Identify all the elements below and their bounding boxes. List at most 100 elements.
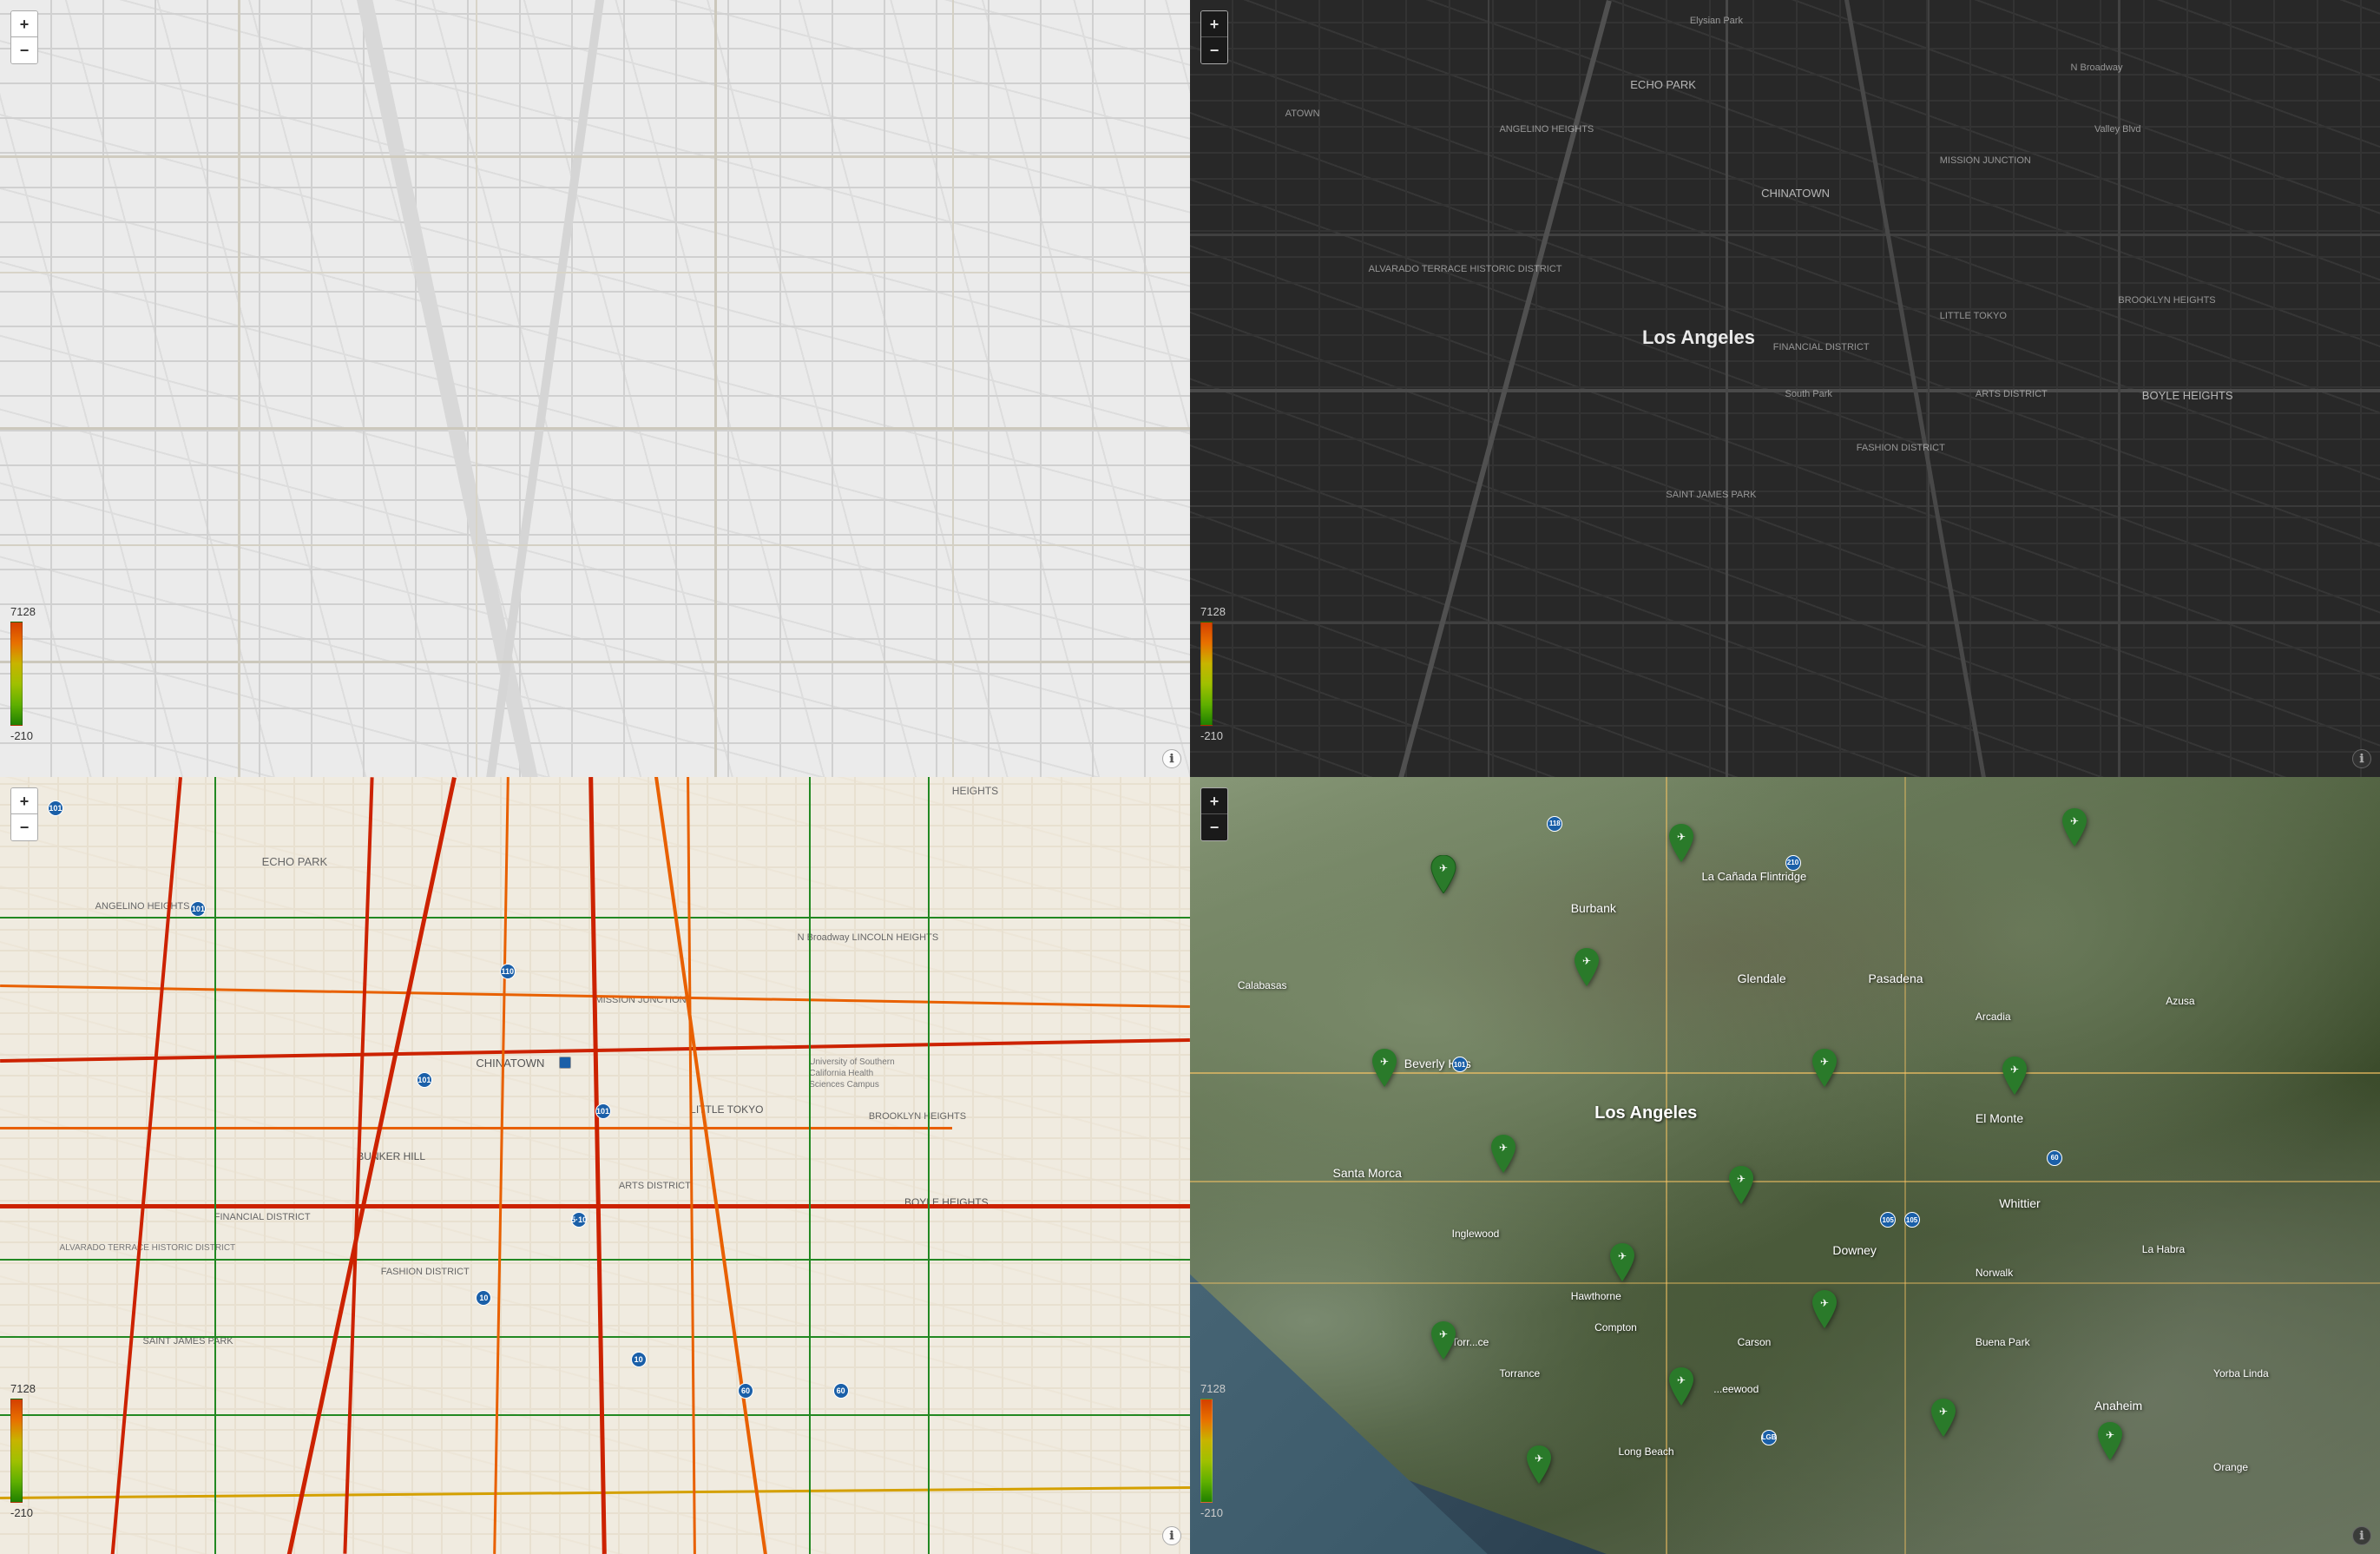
map-bottom-left[interactable]: ECHO PARK ANGELINO HEIGHTS CHINATOWN MIS… bbox=[0, 777, 1190, 1554]
road-dark-h4 bbox=[1190, 622, 2380, 624]
sat-road-v2 bbox=[1904, 777, 1906, 1554]
legend-min-bl: -210 bbox=[10, 1506, 33, 1519]
road-dark-v1 bbox=[1488, 0, 1489, 777]
road-green-h2 bbox=[0, 1259, 1190, 1261]
pin-15: ✈ bbox=[2094, 1422, 2126, 1465]
legend-bl: 7128 -210 bbox=[10, 1382, 36, 1519]
svg-text:✈: ✈ bbox=[1820, 1297, 1829, 1309]
pin-12: ✈ bbox=[1666, 1367, 1697, 1410]
legend-br: 7128 -210 bbox=[1200, 1382, 1226, 1519]
pin-2: ✈ bbox=[1666, 824, 1697, 866]
sat-road-h2 bbox=[1190, 1181, 2380, 1182]
zoom-in-button-tr[interactable]: + bbox=[1201, 11, 1227, 37]
road-dark-h3 bbox=[1190, 505, 2380, 507]
svg-text:✈: ✈ bbox=[2070, 815, 2079, 827]
info-button-bl[interactable]: ℹ bbox=[1162, 1526, 1181, 1545]
zoom-controls-br: + − bbox=[1200, 787, 1228, 841]
road-v1 bbox=[238, 0, 240, 777]
info-button-tl[interactable]: ℹ bbox=[1162, 749, 1181, 768]
sat-shield-101: 101 bbox=[1452, 1057, 1468, 1072]
legend-max-tr: 7128 bbox=[1200, 605, 1226, 618]
pin-1: ✈ bbox=[1428, 855, 1459, 898]
zoom-in-button-tl[interactable]: + bbox=[11, 11, 37, 37]
sat-shield-lgb: LGB bbox=[1761, 1430, 1777, 1445]
sat-shield-210: 210 bbox=[1785, 855, 1801, 871]
pin-16: ✈ bbox=[2059, 808, 2090, 851]
road-green-v3 bbox=[928, 777, 930, 1554]
legend-min-br: -210 bbox=[1200, 1506, 1223, 1519]
info-button-br[interactable]: ℹ bbox=[2352, 1526, 2371, 1545]
road-h3 bbox=[0, 427, 1190, 430]
road-dark-v4 bbox=[2118, 0, 2120, 777]
road-green-v2 bbox=[809, 777, 811, 1554]
map-top-right[interactable]: Los Angeles CHINATOWN MISSION JUNCTION E… bbox=[1190, 0, 2380, 777]
shield-60: 60 bbox=[738, 1383, 753, 1399]
zoom-controls-bl: + − bbox=[10, 787, 38, 841]
pin-4: ✈ bbox=[1369, 1049, 1400, 1091]
zoom-in-button-br[interactable]: + bbox=[1201, 788, 1227, 814]
pin-11: ✈ bbox=[1428, 1321, 1459, 1364]
svg-text:✈: ✈ bbox=[1677, 1374, 1686, 1386]
svg-text:✈: ✈ bbox=[2106, 1429, 2114, 1441]
shield-60-2: 60 bbox=[833, 1383, 849, 1399]
zoom-out-button-tl[interactable]: − bbox=[11, 37, 37, 63]
svg-text:✈: ✈ bbox=[1499, 1142, 1508, 1154]
shield-101-4: 101 bbox=[595, 1103, 611, 1119]
zoom-out-button-tr[interactable]: − bbox=[1201, 37, 1227, 63]
sat-road-h3 bbox=[1190, 1282, 2380, 1284]
shield-101-tl: 101 bbox=[48, 800, 63, 816]
pin-8: ✈ bbox=[1726, 1166, 1757, 1208]
shield-101-3: 101 bbox=[417, 1072, 432, 1088]
zoom-in-button-bl[interactable]: + bbox=[11, 788, 37, 814]
map-bottom-right[interactable]: 118 210 101 105 105 60 LGB Los Angeles B… bbox=[1190, 777, 2380, 1554]
road-h4 bbox=[0, 544, 1190, 546]
pin-14: ✈ bbox=[1523, 1445, 1555, 1488]
sat-road-v1 bbox=[1666, 777, 1667, 1554]
zoom-out-button-br[interactable]: − bbox=[1201, 814, 1227, 840]
pin-9: ✈ bbox=[1607, 1243, 1638, 1286]
map-top-left[interactable]: + − 7128 -210 ℹ bbox=[0, 0, 1190, 777]
legend-tl: 7128 -210 bbox=[10, 605, 36, 742]
pin-7: ✈ bbox=[1488, 1135, 1519, 1177]
legend-tr: 7128 -210 bbox=[1200, 605, 1226, 742]
zoom-out-button-bl[interactable]: − bbox=[11, 814, 37, 840]
road-h1 bbox=[0, 155, 1190, 158]
road-v4 bbox=[952, 0, 954, 777]
legend-bar-br bbox=[1200, 1399, 1213, 1503]
svg-text:✈: ✈ bbox=[2010, 1063, 2019, 1076]
road-h5 bbox=[0, 661, 1190, 663]
svg-text:✈: ✈ bbox=[1582, 955, 1591, 967]
shield-10: 10 bbox=[476, 1290, 491, 1306]
road-green-h4 bbox=[0, 1414, 1190, 1416]
shield-10-2: 10 bbox=[631, 1352, 647, 1367]
road-dark-h1 bbox=[1190, 234, 2380, 236]
legend-bar-tr bbox=[1200, 622, 1213, 726]
legend-bar-tl bbox=[10, 622, 23, 726]
shield-110: 110 bbox=[500, 964, 516, 979]
pin-13: ✈ bbox=[1928, 1399, 1959, 1441]
metro-icon bbox=[559, 1057, 571, 1069]
pin-6: ✈ bbox=[1999, 1057, 2030, 1099]
svg-text:✈: ✈ bbox=[1439, 1328, 1448, 1340]
legend-max-tl: 7128 bbox=[10, 605, 36, 618]
road-v2 bbox=[476, 0, 477, 777]
legend-min-tr: -210 bbox=[1200, 729, 1223, 742]
legend-min-tl: -210 bbox=[10, 729, 33, 742]
sat-shield-105: 105 bbox=[1904, 1212, 1920, 1228]
sat-shield-60: 60 bbox=[2047, 1150, 2062, 1166]
svg-text:✈: ✈ bbox=[1618, 1250, 1627, 1262]
legend-max-br: 7128 bbox=[1200, 1382, 1226, 1395]
svg-text:✈: ✈ bbox=[1677, 831, 1686, 843]
road-v3 bbox=[714, 0, 717, 777]
pin-3: ✈ bbox=[1571, 948, 1602, 991]
mountain-texture bbox=[1369, 816, 2083, 1088]
road-dark-v3 bbox=[1928, 0, 1930, 777]
zoom-controls-tr: + − bbox=[1200, 10, 1228, 64]
info-button-tr[interactable]: ℹ bbox=[2352, 749, 2371, 768]
road-red-h2 bbox=[0, 1204, 1190, 1208]
svg-text:✈: ✈ bbox=[1439, 862, 1448, 874]
svg-text:✈: ✈ bbox=[1535, 1452, 1543, 1465]
svg-text:✈: ✈ bbox=[1820, 1056, 1829, 1068]
svg-text:✈: ✈ bbox=[1380, 1056, 1389, 1068]
pin-10: ✈ bbox=[1809, 1290, 1840, 1333]
